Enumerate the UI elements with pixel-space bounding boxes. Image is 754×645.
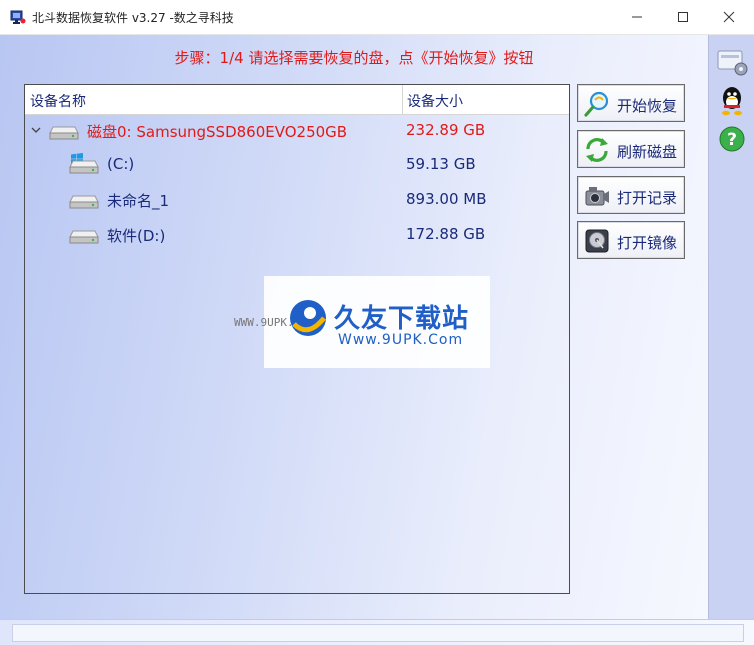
qq-icon[interactable]	[714, 83, 750, 117]
open-log-label: 打开记录	[617, 189, 678, 207]
minimize-icon	[632, 16, 642, 18]
svg-text:?: ?	[727, 130, 737, 150]
start-recovery-button[interactable]: 开始恢复	[577, 84, 685, 122]
main-panel: 步骤：1/4 请选择需要恢复的盘，点《开始恢复》按钮 设备名称 设备大小 磁盘0…	[0, 35, 708, 619]
refresh-disk-label: 刷新磁盘	[617, 143, 678, 161]
title-bar: 北斗数据恢复软件 v3.27 -数之寻科技	[0, 0, 754, 35]
start-recovery-label: 开始恢复	[617, 97, 678, 115]
settings-icon[interactable]	[714, 45, 750, 79]
hard-drive-icon	[69, 195, 99, 209]
open-log-button[interactable]: 打开记录	[577, 176, 685, 214]
window-title: 北斗数据恢复软件 v3.27 -数之寻科技	[32, 11, 234, 25]
status-panel	[12, 624, 744, 642]
magnifier-recover-icon	[584, 91, 609, 117]
refresh-disk-button[interactable]: 刷新磁盘	[577, 130, 685, 168]
partition-label: 软件(D:)	[107, 227, 166, 245]
disk-size: 232.89 GB	[406, 121, 486, 139]
watermark-title: 久友下载站	[334, 304, 470, 334]
partition-size: 172.88 GB	[406, 225, 486, 243]
partition-label: 未命名_1	[107, 192, 170, 210]
open-image-button[interactable]: 打开镜像	[577, 221, 685, 259]
maximize-button[interactable]	[660, 0, 706, 34]
camera-icon	[585, 187, 609, 206]
app-icon	[10, 10, 26, 24]
partition-row[interactable]: (C:) 59.13 GB	[25, 149, 569, 179]
step-instruction: 步骤：1/4 请选择需要恢复的盘，点《开始恢复》按钮	[174, 49, 534, 67]
partition-size: 59.13 GB	[406, 155, 476, 173]
partition-row[interactable]: 软件(D:) 172.88 GB	[25, 219, 569, 249]
hard-disk-icon	[585, 229, 609, 253]
partition-row[interactable]: 未命名_1 893.00 MB	[25, 184, 569, 214]
partition-size: 893.00 MB	[406, 190, 487, 208]
column-header-name[interactable]: 设备名称	[30, 91, 86, 111]
close-icon	[723, 11, 735, 23]
partition-label: (C:)	[107, 155, 135, 173]
column-divider[interactable]	[402, 85, 403, 114]
refresh-icon	[586, 138, 608, 162]
disk-label: 磁盘0: SamsungSSD860EVO250GB	[87, 123, 348, 141]
hard-drive-icon	[69, 230, 99, 244]
help-icon[interactable]: ?	[714, 123, 750, 157]
list-header: 设备名称 设备大小	[25, 85, 569, 115]
disk-row[interactable]: 磁盘0: SamsungSSD860EVO250GB 232.89 GB	[25, 115, 569, 145]
hard-drive-icon	[69, 160, 99, 174]
maximize-icon	[678, 12, 688, 22]
watermark-logo-icon	[290, 300, 326, 336]
hard-drive-icon	[49, 126, 79, 140]
chevron-down-icon[interactable]	[31, 125, 41, 135]
status-bar	[0, 619, 754, 645]
watermark-url: Www.9UPK.Com	[338, 332, 464, 348]
close-button[interactable]	[706, 0, 752, 34]
side-toolbar: ?	[708, 35, 754, 619]
column-header-size[interactable]: 设备大小	[407, 91, 463, 111]
watermark: WWW.9UPK.COM 久友下载站 Www.9UPK.Com	[234, 276, 490, 368]
minimize-button[interactable]	[614, 0, 660, 34]
open-image-label: 打开镜像	[617, 234, 678, 252]
